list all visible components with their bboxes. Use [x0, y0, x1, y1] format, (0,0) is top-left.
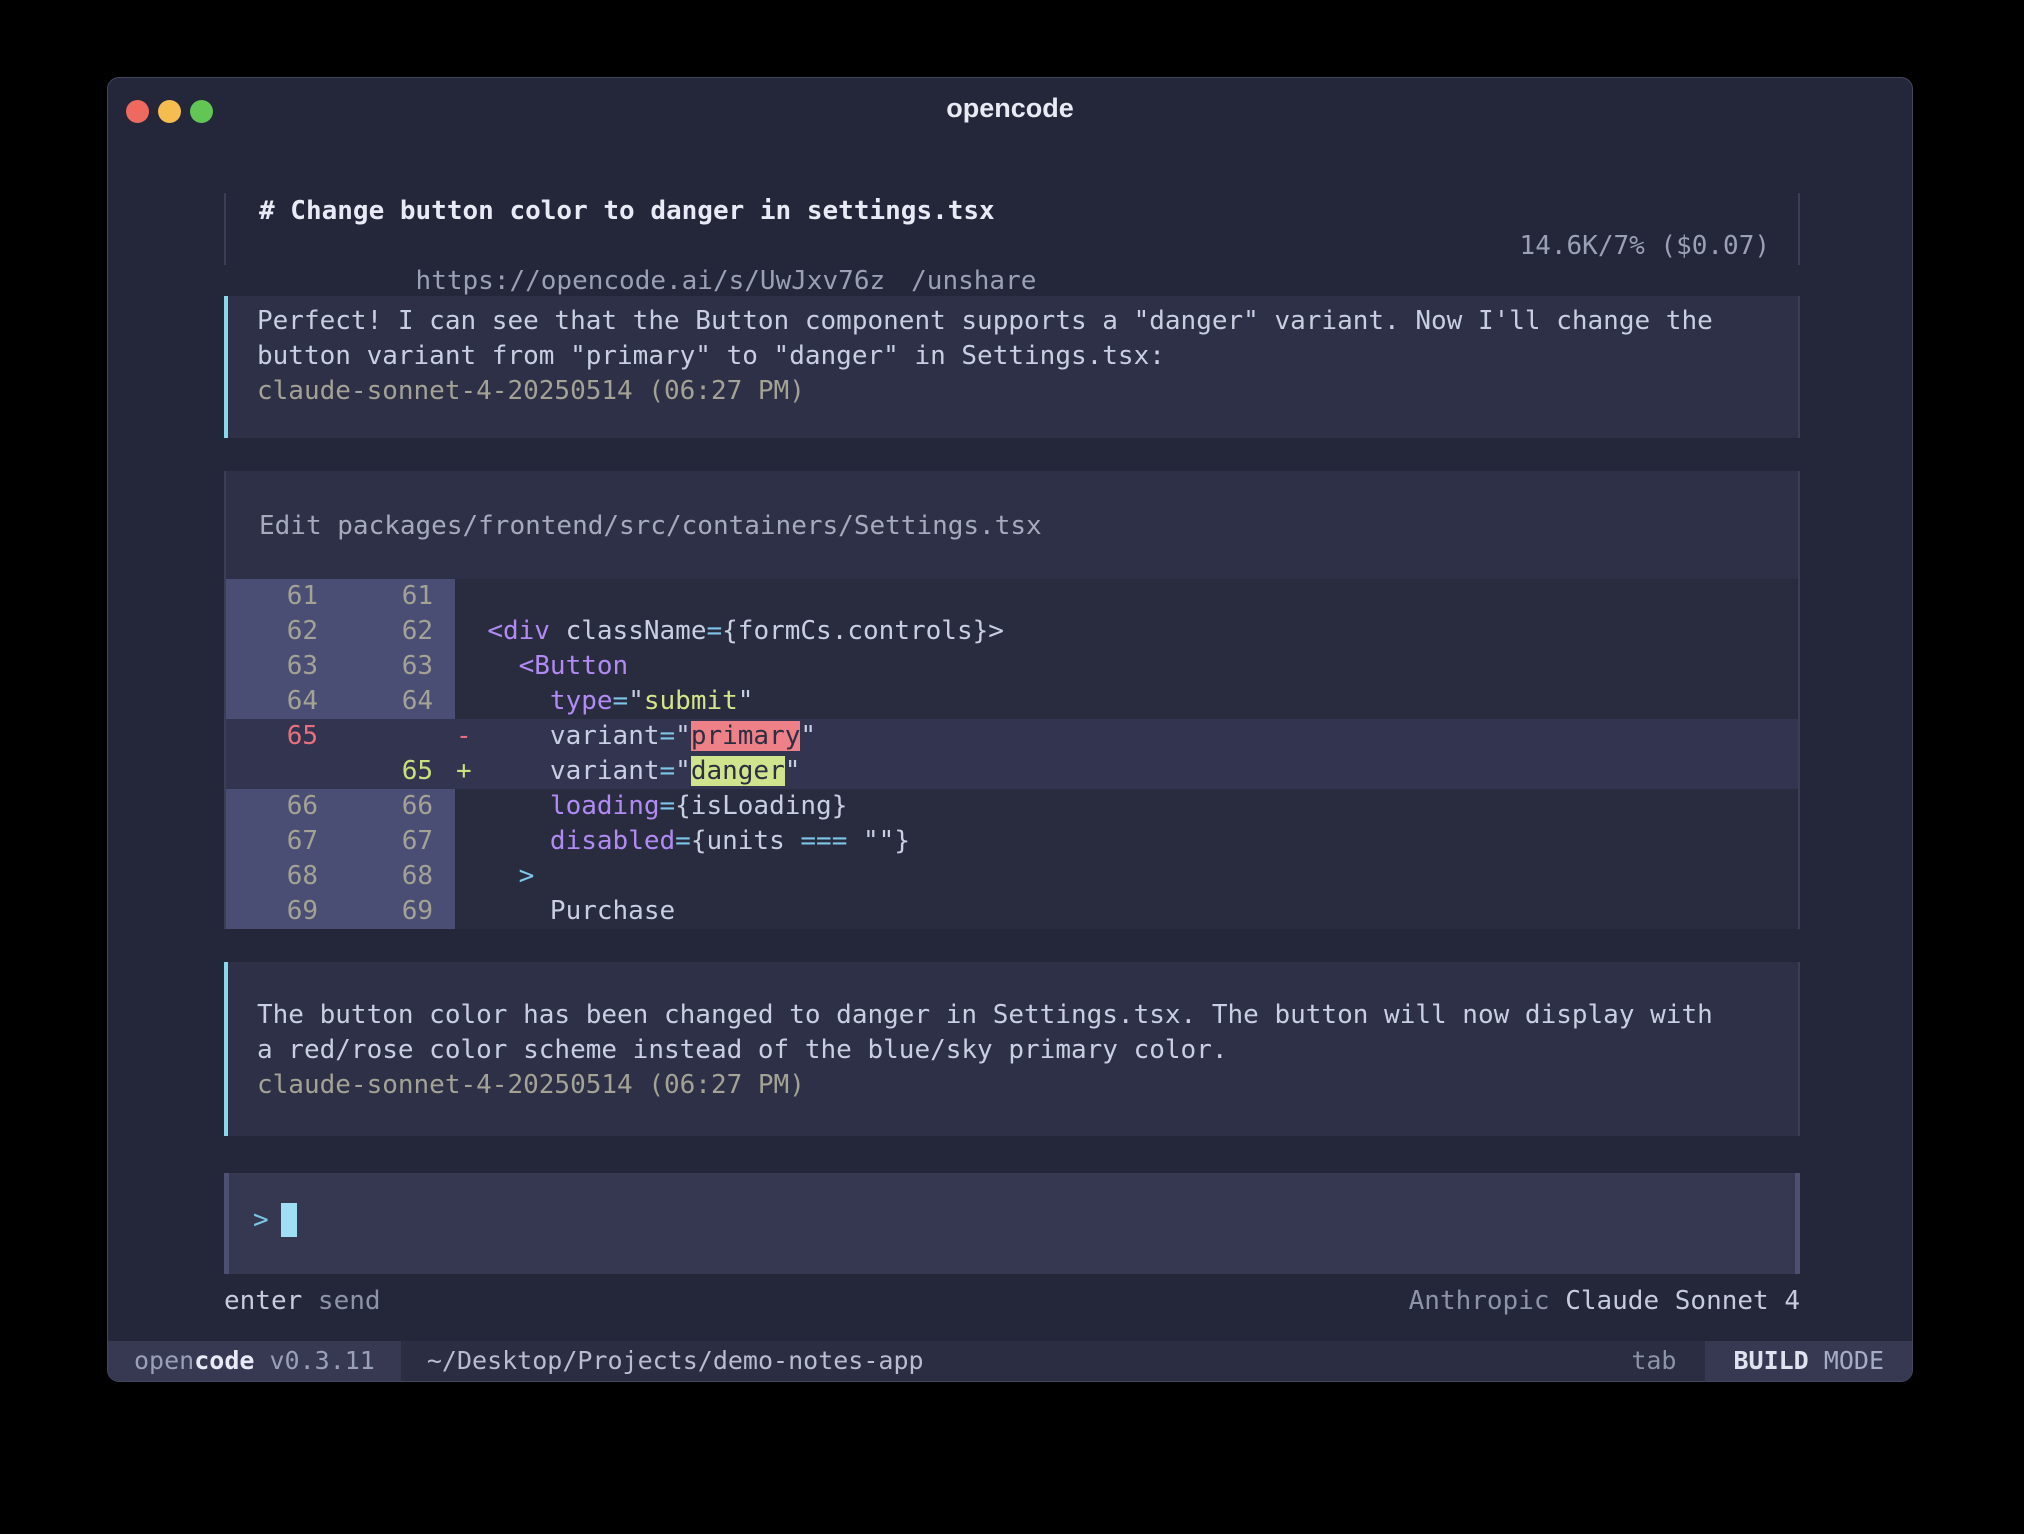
window-title: opencode [108, 78, 1912, 138]
diff-code-line [455, 579, 456, 614]
diff-code-line: - variant="primary" [455, 719, 816, 754]
old-line-number: 67 [226, 824, 340, 859]
mode-toggle[interactable]: BUILD MODE [1705, 1341, 1912, 1381]
diff-row-context: 6363 <Button [226, 649, 1798, 684]
new-line-number: 63 [340, 649, 455, 684]
new-line-number: 62 [340, 614, 455, 649]
diff-row-context: 6969 Purchase [226, 894, 1798, 929]
send-hint: enter send [224, 1284, 381, 1319]
session-header: # Change button color to danger in setti… [224, 193, 1800, 265]
edit-tool-card: Edit packages/frontend/src/containers/Se… [224, 471, 1800, 929]
enter-key-label: enter [224, 1286, 302, 1316]
assistant-message-meta: claude-sonnet-4-20250514 (06:27 PM) [257, 1068, 1768, 1103]
mode-suffix: MODE [1809, 1346, 1884, 1375]
session-title: # Change button color to danger in setti… [259, 194, 1770, 229]
tab-key-hint: tab [1631, 1341, 1701, 1381]
diff-row-removed: 65 - variant="primary" [226, 719, 1798, 754]
old-line-number: 65 [226, 719, 340, 754]
diff-row-context: 6868 > [226, 859, 1798, 894]
new-line-number: 69 [340, 894, 455, 929]
brand-open: open [134, 1346, 194, 1375]
old-line-number [226, 754, 340, 789]
statusbar-spacer [924, 1341, 1632, 1381]
status-bar: opencode v0.3.11 ~/Desktop/Projects/demo… [108, 1341, 1912, 1381]
new-line-number: 66 [340, 789, 455, 824]
diff-row-added: 65+ variant="danger" [226, 754, 1798, 789]
text-cursor [281, 1203, 297, 1237]
diff-row-context: 6161 [226, 579, 1798, 614]
window-titlebar: opencode [108, 78, 1912, 138]
working-directory: ~/Desktop/Projects/demo-notes-app [401, 1341, 924, 1381]
diff-row-context: 6666 loading={isLoading} [226, 789, 1798, 824]
assistant-message-text: The button color has been changed to dan… [257, 998, 1768, 1068]
assistant-message-meta: claude-sonnet-4-20250514 (06:27 PM) [257, 374, 1768, 409]
send-action-label: send [302, 1286, 380, 1316]
assistant-message: The button color has been changed to dan… [224, 962, 1800, 1136]
unshare-command[interactable]: /unshare [911, 266, 1036, 296]
prompt-symbol: > [253, 1203, 269, 1238]
old-line-number: 64 [226, 684, 340, 719]
new-line-number: 65 [340, 754, 455, 789]
diff-code-line: loading={isLoading} [455, 789, 847, 824]
keybind-hints: enter send Anthropic Claude Sonnet 4 [224, 1284, 1800, 1319]
diff-code-line: <Button [455, 649, 628, 684]
diff-row-context: 6262 <div className={formCs.controls}> [226, 614, 1798, 649]
assistant-message: Perfect! I can see that the Button compo… [224, 296, 1800, 438]
diff-view: 61616262 <div className={formCs.controls… [226, 579, 1798, 929]
edit-tool-header: Edit packages/frontend/src/containers/Se… [226, 471, 1798, 579]
diff-code-line: <div className={formCs.controls}> [455, 614, 1004, 649]
old-line-number: 62 [226, 614, 340, 649]
assistant-message-text: Perfect! I can see that the Button compo… [257, 304, 1768, 374]
new-line-number: 67 [340, 824, 455, 859]
diff-row-context: 6767 disabled={units === ""} [226, 824, 1798, 859]
diff-code-line: disabled={units === ""} [455, 824, 910, 859]
diff-code-line: > [455, 859, 534, 894]
brand-code: code [194, 1346, 254, 1375]
app-version: v0.3.11 [254, 1346, 374, 1375]
app-version-segment: opencode v0.3.11 [108, 1341, 401, 1381]
old-line-number: 69 [226, 894, 340, 929]
old-line-number: 68 [226, 859, 340, 894]
new-line-number: 68 [340, 859, 455, 894]
new-line-number: 64 [340, 684, 455, 719]
new-line-number [340, 719, 455, 754]
old-line-number: 63 [226, 649, 340, 684]
diff-row-context: 6464 type="submit" [226, 684, 1798, 719]
diff-code-line: type="submit" [455, 684, 753, 719]
session-share-url[interactable]: https://opencode.ai/s/UwJxv76z [416, 266, 886, 296]
opencode-terminal-window: opencode # Change button color to danger… [107, 77, 1913, 1382]
old-line-number: 61 [226, 579, 340, 614]
terminal-content: # Change button color to danger in setti… [224, 193, 1800, 1319]
model-label: Claude Sonnet 4 [1565, 1286, 1800, 1316]
provider-label: Anthropic [1409, 1286, 1566, 1316]
prompt-input[interactable]: > [224, 1173, 1800, 1274]
diff-code-line: Purchase [455, 894, 675, 929]
model-indicator: Anthropic Claude Sonnet 4 [1409, 1284, 1800, 1319]
old-line-number: 66 [226, 789, 340, 824]
mode-name: BUILD [1733, 1346, 1808, 1375]
diff-code-line: + variant="danger" [455, 754, 800, 789]
new-line-number: 61 [340, 579, 455, 614]
